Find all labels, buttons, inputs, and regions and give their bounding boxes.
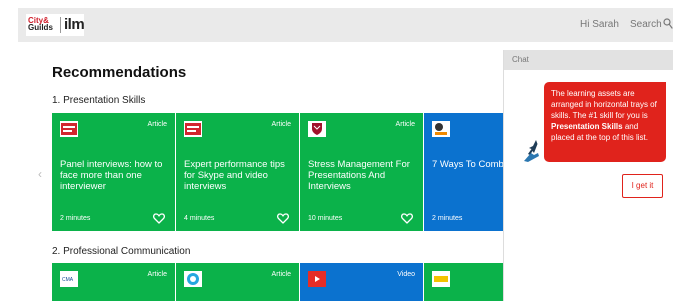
- section-title: 2. Professional Communication: [52, 246, 191, 257]
- top-navigation-bar: City& Guilds ilm Hi Sarah Search: [18, 8, 673, 42]
- card-title: 7 Ways To Comb Anxiety: [432, 159, 505, 170]
- card-duration: 2 minutes: [60, 215, 91, 222]
- content-card[interactable]: 7 Ways To Comb Anxiety 2 minutes: [424, 113, 505, 231]
- thumbnail-image: [432, 121, 450, 137]
- user-greeting: Hi Sarah: [580, 19, 619, 30]
- card-type-label: Article: [147, 121, 167, 128]
- chat-header: Chat: [504, 50, 673, 70]
- card-duration: 10 minutes: [308, 215, 343, 222]
- content-card[interactable]: CMA Article: [52, 263, 175, 301]
- content-card[interactable]: [424, 263, 505, 301]
- content-card[interactable]: Article: [176, 263, 299, 301]
- heart-icon[interactable]: [277, 213, 289, 224]
- app-frame: City& Guilds ilm Hi Sarah Search ‹ Recom…: [0, 0, 673, 301]
- section-title: 1. Presentation Skills: [52, 95, 146, 106]
- card-duration: 2 minutes: [432, 215, 463, 222]
- card-type-label: Article: [147, 271, 167, 278]
- chat-message-bubble: The learning assets are arranged in hori…: [544, 82, 666, 162]
- city-guilds-logo-text: City& Guilds: [28, 16, 53, 32]
- svg-text:CMA: CMA: [62, 277, 74, 283]
- ilm-logo-text: ilm: [64, 16, 85, 33]
- logo-separator: [60, 17, 61, 33]
- card-type-label: Article: [271, 121, 291, 128]
- search-label[interactable]: Search: [630, 19, 662, 30]
- content-card[interactable]: Video: [300, 263, 423, 301]
- content-card[interactable]: Article Panel interviews: how to face mo…: [52, 113, 175, 231]
- chat-message-text: The learning assets are arranged in hori…: [551, 89, 657, 120]
- card-type-label: Video: [397, 271, 415, 278]
- card-type-label: Article: [271, 271, 291, 278]
- youtube-icon: [308, 271, 326, 287]
- thumbnail-image: [60, 121, 78, 137]
- thumbnail-image: [184, 121, 202, 137]
- card-duration: 4 minutes: [184, 215, 215, 222]
- search-icon[interactable]: [663, 18, 673, 30]
- card-title: Expert performance tips for Skype and vi…: [184, 159, 285, 192]
- content-card[interactable]: Article Stress Management For Presentati…: [300, 113, 423, 231]
- recommendations-panel: Recommendations 1. Presentation Skills A…: [50, 42, 505, 301]
- content-card[interactable]: Article Expert performance tips for Skyp…: [176, 113, 299, 231]
- chat-title: Chat: [512, 55, 529, 64]
- thumbnail-image: [432, 271, 450, 287]
- chevron-left-icon[interactable]: ‹: [38, 167, 42, 181]
- i-get-it-button[interactable]: I get it: [622, 174, 663, 198]
- chat-message-highlight: Presentation Skills: [551, 122, 623, 131]
- thumbnail-image: CMA: [60, 271, 78, 287]
- heart-icon[interactable]: [401, 213, 413, 224]
- chat-panel: Chat The learning assets are arranged in…: [503, 50, 673, 301]
- card-title: Panel interviews: how to face more than …: [60, 159, 163, 192]
- card-type-label: Article: [395, 121, 415, 128]
- thumbnail-image: [184, 271, 202, 287]
- brand-logo[interactable]: City& Guilds ilm: [26, 14, 85, 36]
- heart-icon[interactable]: [153, 213, 165, 224]
- bot-avatar-icon: [524, 140, 539, 162]
- page-title: Recommendations: [52, 64, 187, 81]
- thumbnail-image: [308, 121, 326, 137]
- card-title: Stress Management For Presentations And …: [308, 159, 410, 192]
